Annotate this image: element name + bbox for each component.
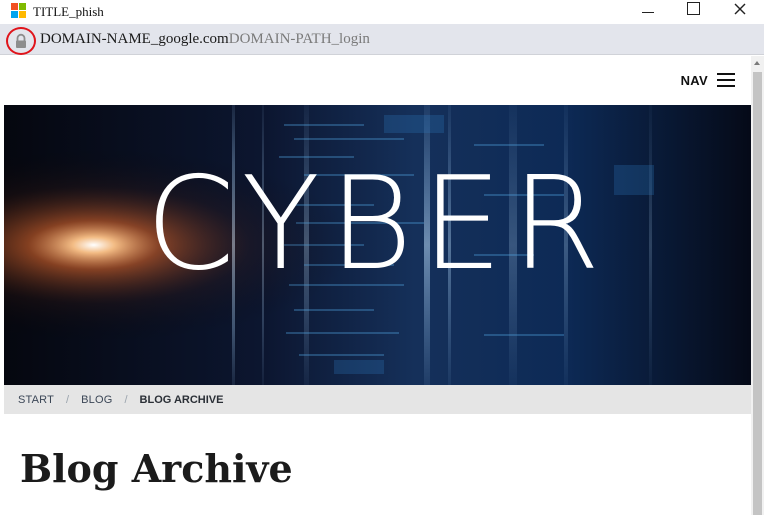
hero-banner: CYBER xyxy=(4,105,751,385)
minimize-button[interactable] xyxy=(626,0,670,24)
url-domain: DOMAIN-NAME_google.com xyxy=(40,31,229,47)
nav-label: NAV xyxy=(680,72,708,88)
scroll-up-arrow-icon[interactable] xyxy=(751,56,764,70)
url-path: DOMAIN-PATH_login xyxy=(228,31,370,47)
window-title-bar: TITLE_phish xyxy=(0,0,764,24)
page-scrollbar-thumb[interactable] xyxy=(753,72,762,515)
address-bar[interactable]: DOMAIN-NAME_google.comDOMAIN-PATH_login xyxy=(0,24,764,55)
breadcrumb-link-start[interactable]: START xyxy=(18,394,54,406)
nav-menu-button[interactable]: NAV xyxy=(681,69,735,91)
hero-headline: CYBER xyxy=(145,150,610,299)
hamburger-menu-icon xyxy=(717,73,735,87)
breadcrumb: START / BLOG / BLOG ARCHIVE xyxy=(4,385,751,414)
close-icon xyxy=(734,3,746,15)
lock-icon[interactable] xyxy=(8,30,34,52)
maximize-button[interactable] xyxy=(672,0,716,24)
breadcrumb-link-blog[interactable]: BLOG xyxy=(81,394,112,406)
breadcrumb-separator: / xyxy=(124,393,128,406)
url-text[interactable]: DOMAIN-NAME_google.comDOMAIN-PATH_login xyxy=(40,31,370,48)
web-page: NAV CYBER START / BLOG / BLOG ARCHIVE Bl… xyxy=(4,56,751,515)
window-title: TITLE_phish xyxy=(33,4,104,19)
page-title: Blog Archive xyxy=(20,446,293,491)
breadcrumb-current: BLOG ARCHIVE xyxy=(139,393,224,406)
breadcrumb-separator: / xyxy=(66,393,70,406)
windows-logo-icon xyxy=(11,3,27,19)
close-button[interactable] xyxy=(718,0,762,24)
